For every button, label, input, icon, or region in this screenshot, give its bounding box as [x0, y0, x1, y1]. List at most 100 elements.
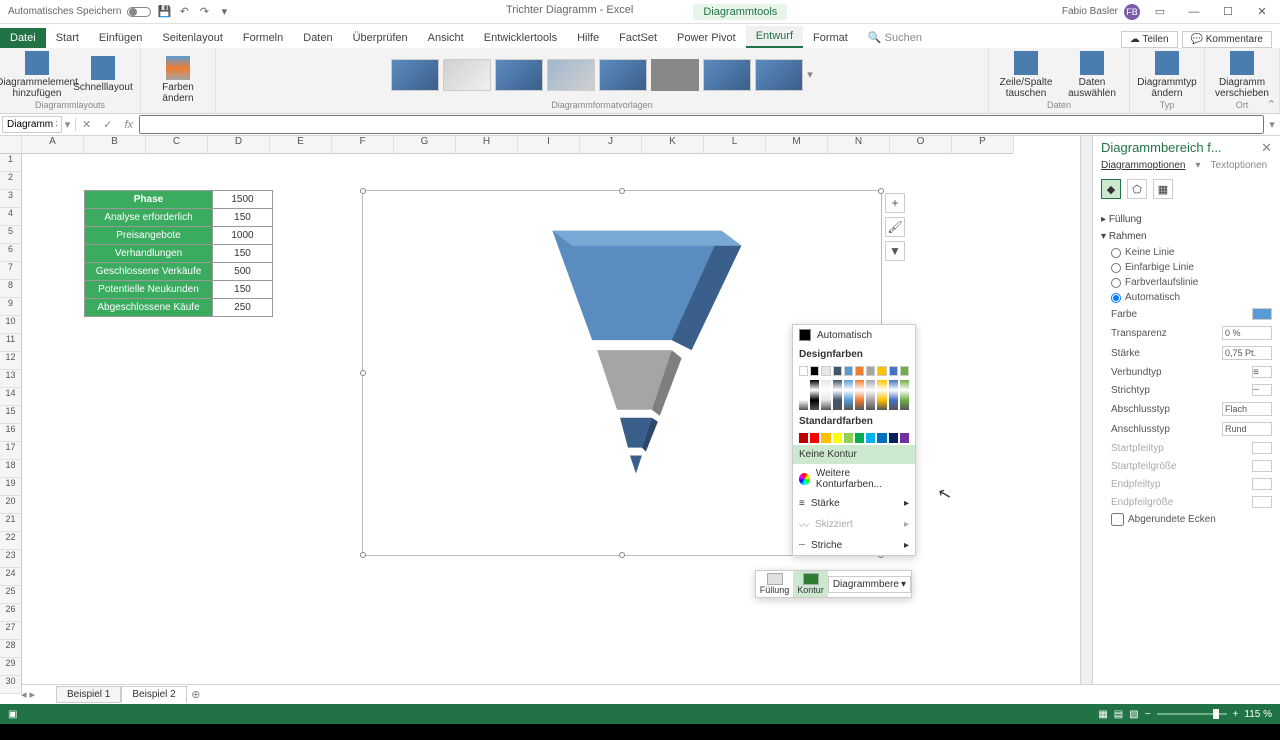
row-header[interactable]: 18: [0, 460, 22, 478]
chart-style-2[interactable]: [443, 59, 491, 91]
tab-insert[interactable]: Einfügen: [89, 28, 152, 48]
formula-input[interactable]: [139, 115, 1264, 134]
collapse-ribbon-icon[interactable]: ⌃: [1267, 98, 1276, 111]
no-outline-item[interactable]: Keine Kontur: [793, 445, 915, 464]
qat-more-icon[interactable]: ▾: [217, 5, 231, 19]
view-normal-icon[interactable]: ▦: [1098, 709, 1107, 720]
select-all-triangle[interactable]: [0, 136, 22, 154]
tab-help[interactable]: Hilfe: [567, 28, 609, 48]
tab-format[interactable]: Format: [803, 28, 858, 48]
chart-filter-button[interactable]: ▼: [885, 241, 905, 261]
view-pagelayout-icon[interactable]: ▤: [1114, 709, 1123, 720]
solid-line-radio[interactable]: Einfarbige Linie: [1101, 260, 1272, 275]
row-header[interactable]: 2: [0, 172, 22, 190]
compound-field[interactable]: Verbundtyp≡: [1101, 363, 1272, 381]
add-chart-element-button[interactable]: Diagrammelement hinzufügen: [6, 51, 68, 99]
transparency-field[interactable]: Transparenz0 %: [1101, 323, 1272, 343]
resize-handle[interactable]: [360, 552, 366, 558]
col-header[interactable]: F: [332, 136, 394, 154]
chart-area-select[interactable]: Diagrammbere▾: [828, 576, 911, 593]
col-header[interactable]: A: [22, 136, 84, 154]
row-header[interactable]: 19: [0, 478, 22, 496]
row-header[interactable]: 13: [0, 370, 22, 388]
formula-expand-icon[interactable]: ▾: [1264, 118, 1280, 131]
resize-handle[interactable]: [619, 188, 625, 194]
chart-style-7[interactable]: [703, 59, 751, 91]
more-colors-item[interactable]: Weitere Konturfarben...: [793, 464, 915, 494]
pane-effects-icon[interactable]: ⬠: [1127, 179, 1147, 199]
chart-style-1[interactable]: [391, 59, 439, 91]
tab-design[interactable]: Entwurf: [746, 26, 803, 48]
save-icon[interactable]: 💾: [157, 5, 171, 19]
redo-icon[interactable]: ↷: [197, 5, 211, 19]
share-button[interactable]: ☁ Teilen: [1121, 31, 1178, 48]
theme-shades[interactable]: [793, 378, 915, 412]
resize-handle[interactable]: [360, 370, 366, 376]
tab-file[interactable]: Datei: [0, 28, 46, 48]
col-header[interactable]: G: [394, 136, 456, 154]
col-header[interactable]: N: [828, 136, 890, 154]
col-header[interactable]: P: [952, 136, 1014, 154]
row-header[interactable]: 9: [0, 298, 22, 316]
zoom-in-icon[interactable]: +: [1233, 709, 1239, 720]
data-table[interactable]: Phase1500 Analyse erforderlich150 Preisa…: [84, 190, 273, 317]
pane-close-icon[interactable]: ✕: [1261, 140, 1272, 156]
zoom-out-icon[interactable]: −: [1145, 709, 1151, 720]
select-data-button[interactable]: Daten auswählen: [1061, 51, 1123, 99]
col-header[interactable]: L: [704, 136, 766, 154]
change-chart-type-button[interactable]: Diagrammtyp ändern: [1136, 51, 1198, 99]
row-header[interactable]: 30: [0, 676, 22, 694]
row-header[interactable]: 20: [0, 496, 22, 514]
comments-button[interactable]: 💬 Kommentare: [1182, 31, 1272, 48]
pane-subtab-text[interactable]: Textoptionen: [1211, 160, 1268, 171]
tab-formulas[interactable]: Formeln: [233, 28, 293, 48]
tab-data[interactable]: Daten: [293, 28, 342, 48]
close-icon[interactable]: ✕: [1248, 0, 1276, 24]
name-box[interactable]: [2, 116, 62, 133]
macro-record-icon[interactable]: ▣: [8, 709, 17, 720]
row-header[interactable]: 3: [0, 190, 22, 208]
chart-styles-button[interactable]: 🖌: [885, 217, 905, 237]
resize-handle[interactable]: [619, 552, 625, 558]
row-header[interactable]: 14: [0, 388, 22, 406]
search-tell-me[interactable]: 🔍 Suchen: [858, 27, 932, 48]
styles-more-icon[interactable]: ▾: [807, 68, 813, 81]
row-header[interactable]: 21: [0, 514, 22, 532]
tab-view[interactable]: Ansicht: [418, 28, 474, 48]
switch-row-col-button[interactable]: Zeile/Spalte tauschen: [995, 51, 1057, 99]
row-header[interactable]: 23: [0, 550, 22, 568]
pane-size-icon[interactable]: ▦: [1153, 179, 1173, 199]
row-header[interactable]: 11: [0, 334, 22, 352]
gradient-line-radio[interactable]: Farbverlaufslinie: [1101, 275, 1272, 290]
avatar[interactable]: FB: [1124, 4, 1140, 20]
row-header[interactable]: 26: [0, 604, 22, 622]
undo-icon[interactable]: ↶: [177, 5, 191, 19]
row-header[interactable]: 28: [0, 640, 22, 658]
row-header[interactable]: 15: [0, 406, 22, 424]
resize-handle[interactable]: [878, 188, 884, 194]
row-header[interactable]: 17: [0, 442, 22, 460]
row-header[interactable]: 25: [0, 586, 22, 604]
col-header[interactable]: M: [766, 136, 828, 154]
enter-formula-icon[interactable]: ✓: [97, 118, 118, 131]
chart-style-6[interactable]: [651, 59, 699, 91]
width-field[interactable]: Stärke0,75 Pt.: [1101, 343, 1272, 363]
col-header[interactable]: D: [208, 136, 270, 154]
resize-handle[interactable]: [360, 188, 366, 194]
zoom-level[interactable]: 115 %: [1244, 709, 1272, 720]
chart-style-4[interactable]: [547, 59, 595, 91]
pane-fill-line-icon[interactable]: ◆: [1101, 179, 1121, 199]
row-header[interactable]: 12: [0, 352, 22, 370]
color-field[interactable]: Farbe: [1101, 305, 1272, 323]
no-line-radio[interactable]: Keine Linie: [1101, 245, 1272, 260]
view-pagebreak-icon[interactable]: ▧: [1129, 709, 1138, 720]
outline-button[interactable]: Kontur: [793, 571, 828, 597]
col-header[interactable]: K: [642, 136, 704, 154]
rounded-corners-check[interactable]: Abgerundete Ecken: [1101, 511, 1272, 528]
tab-start[interactable]: Start: [46, 28, 89, 48]
tab-pagelayout[interactable]: Seitenlayout: [152, 28, 233, 48]
row-header[interactable]: 6: [0, 244, 22, 262]
border-section[interactable]: ▾ Rahmen: [1101, 228, 1272, 245]
chart-style-5[interactable]: [599, 59, 647, 91]
auto-line-radio[interactable]: Automatisch: [1101, 290, 1272, 305]
